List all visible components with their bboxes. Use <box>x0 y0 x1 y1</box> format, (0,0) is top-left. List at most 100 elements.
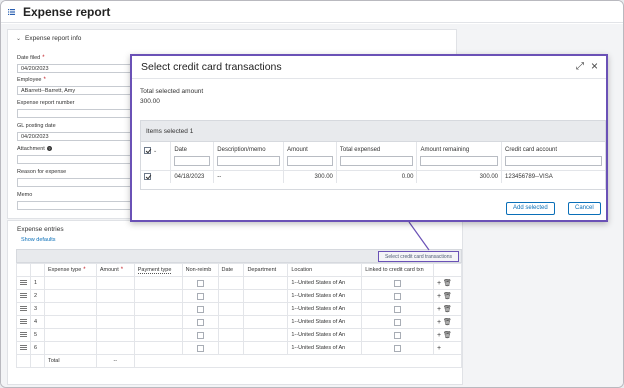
amount-cell[interactable] <box>95 341 135 355</box>
linked-cc-checkbox[interactable] <box>394 331 402 339</box>
trash-icon[interactable]: 🗑 <box>443 306 452 313</box>
column-header[interactable]: Linked to credit card txn <box>361 263 434 277</box>
cc-account-filter-input[interactable] <box>505 156 602 166</box>
attachment-field[interactable] <box>17 155 137 164</box>
select-cc-transactions-button[interactable]: Select credit card transactions <box>378 251 459 262</box>
amount-cell[interactable] <box>95 328 135 342</box>
date-cell[interactable] <box>217 328 245 342</box>
add-row-icon[interactable]: + <box>437 293 441 300</box>
payment-type-cell[interactable] <box>133 276 183 290</box>
location-cell[interactable]: 1--United States of An <box>287 276 363 290</box>
memo-field[interactable] <box>17 201 137 210</box>
report-number-field[interactable] <box>17 109 137 118</box>
non-reimb-checkbox[interactable] <box>196 344 204 352</box>
add-row-icon[interactable]: + <box>437 332 441 339</box>
non-reimb-checkbox[interactable] <box>196 279 204 287</box>
add-row-icon[interactable]: + <box>437 345 441 352</box>
department-cell[interactable] <box>243 276 289 290</box>
date-cell[interactable] <box>217 276 245 290</box>
total-expensed-filter-input[interactable] <box>339 156 414 166</box>
date-cell[interactable] <box>217 315 245 329</box>
location-cell[interactable]: 1--United States of An <box>287 315 363 329</box>
location-cell[interactable]: 1--United States of An <box>287 289 363 303</box>
trash-icon[interactable]: 🗑 <box>443 293 452 300</box>
show-defaults-link[interactable]: Show defaults <box>21 237 56 243</box>
add-row-icon[interactable]: + <box>437 306 441 313</box>
column-header[interactable]: Location <box>287 263 363 277</box>
department-cell[interactable] <box>243 341 289 355</box>
close-icon[interactable]: × <box>591 59 598 73</box>
trash-icon[interactable]: 🗑 <box>443 332 452 339</box>
employee-field[interactable]: ABarrett--Barrett, Amy <box>17 86 137 95</box>
location-cell[interactable]: 1--United States of An <box>287 302 363 316</box>
chevron-down-icon[interactable]: ⌄ <box>153 148 157 154</box>
column-header[interactable]: Date <box>217 263 245 277</box>
drag-handle-icon[interactable] <box>20 318 27 324</box>
amount-cell[interactable] <box>95 315 135 329</box>
section-header[interactable]: ⌄ Expense report info <box>16 35 81 42</box>
description-filter-input[interactable] <box>217 156 281 166</box>
reason-field[interactable] <box>17 178 137 187</box>
payment-type-cell[interactable] <box>133 328 183 342</box>
column-header[interactable]: Amount <box>283 142 337 171</box>
column-header[interactable]: Department <box>243 263 289 277</box>
department-cell[interactable] <box>243 289 289 303</box>
column-header[interactable]: Expense type * <box>43 263 97 277</box>
payment-type-cell[interactable] <box>133 341 183 355</box>
column-header[interactable]: Date <box>170 142 215 171</box>
expense-type-cell[interactable] <box>43 302 97 316</box>
help-icon[interactable]: ? <box>46 146 52 152</box>
linked-cc-checkbox[interactable] <box>394 318 402 326</box>
amount-filter-input[interactable] <box>287 156 333 166</box>
date-filed-field[interactable]: 04/20/2023 <box>17 64 137 73</box>
column-header[interactable]: Description/memo <box>213 142 285 171</box>
linked-cc-checkbox[interactable] <box>394 305 402 313</box>
payment-type-cell[interactable] <box>133 289 183 303</box>
amount-cell[interactable] <box>95 302 135 316</box>
add-row-icon[interactable]: + <box>437 280 441 287</box>
expense-type-cell[interactable] <box>43 341 97 355</box>
select-all-checkbox[interactable] <box>144 147 151 154</box>
drag-handle-icon[interactable] <box>20 292 27 298</box>
date-cell[interactable] <box>217 302 245 316</box>
department-cell[interactable] <box>243 328 289 342</box>
non-reimb-checkbox[interactable] <box>196 292 204 300</box>
date-cell[interactable] <box>217 289 245 303</box>
expand-icon[interactable]: ⤢ <box>576 61 584 72</box>
payment-type-cell[interactable] <box>133 302 183 316</box>
list-menu-icon[interactable] <box>8 9 15 15</box>
column-header[interactable]: Non-reimb <box>181 263 219 277</box>
trash-icon[interactable]: 🗑 <box>443 319 452 326</box>
non-reimb-checkbox[interactable] <box>196 318 204 326</box>
add-selected-button[interactable]: Add selected <box>506 202 555 215</box>
expense-type-cell[interactable] <box>43 328 97 342</box>
department-cell[interactable] <box>243 315 289 329</box>
trash-icon[interactable]: 🗑 <box>443 280 452 287</box>
linked-cc-checkbox[interactable] <box>394 292 402 300</box>
expense-type-cell[interactable] <box>43 289 97 303</box>
expense-type-cell[interactable] <box>43 276 97 290</box>
amount-cell[interactable] <box>95 289 135 303</box>
gl-date-field[interactable]: 04/20/2023 <box>17 132 137 141</box>
non-reimb-checkbox[interactable] <box>196 305 204 313</box>
payment-type-cell[interactable] <box>133 315 183 329</box>
drag-handle-icon[interactable] <box>20 331 27 337</box>
drag-handle-icon[interactable] <box>20 344 27 350</box>
row-checkbox[interactable] <box>144 173 151 181</box>
column-header[interactable]: Amount remaining <box>416 142 503 171</box>
column-header[interactable]: Payment type <box>133 263 183 277</box>
linked-cc-checkbox[interactable] <box>394 344 402 352</box>
cancel-button[interactable]: Cancel <box>568 202 601 215</box>
drag-handle-icon[interactable] <box>20 305 27 311</box>
date-cell[interactable] <box>217 341 245 355</box>
location-cell[interactable]: 1--United States of An <box>287 341 363 355</box>
amount-cell[interactable] <box>95 276 135 290</box>
non-reimb-checkbox[interactable] <box>196 331 204 339</box>
date-filter-input[interactable] <box>174 156 211 166</box>
linked-cc-checkbox[interactable] <box>394 279 402 287</box>
column-header[interactable]: Total expensed <box>336 142 418 171</box>
amount-remaining-filter-input[interactable] <box>420 156 499 166</box>
department-cell[interactable] <box>243 302 289 316</box>
column-header[interactable]: Credit card account <box>501 142 605 171</box>
drag-handle-icon[interactable] <box>20 279 27 285</box>
